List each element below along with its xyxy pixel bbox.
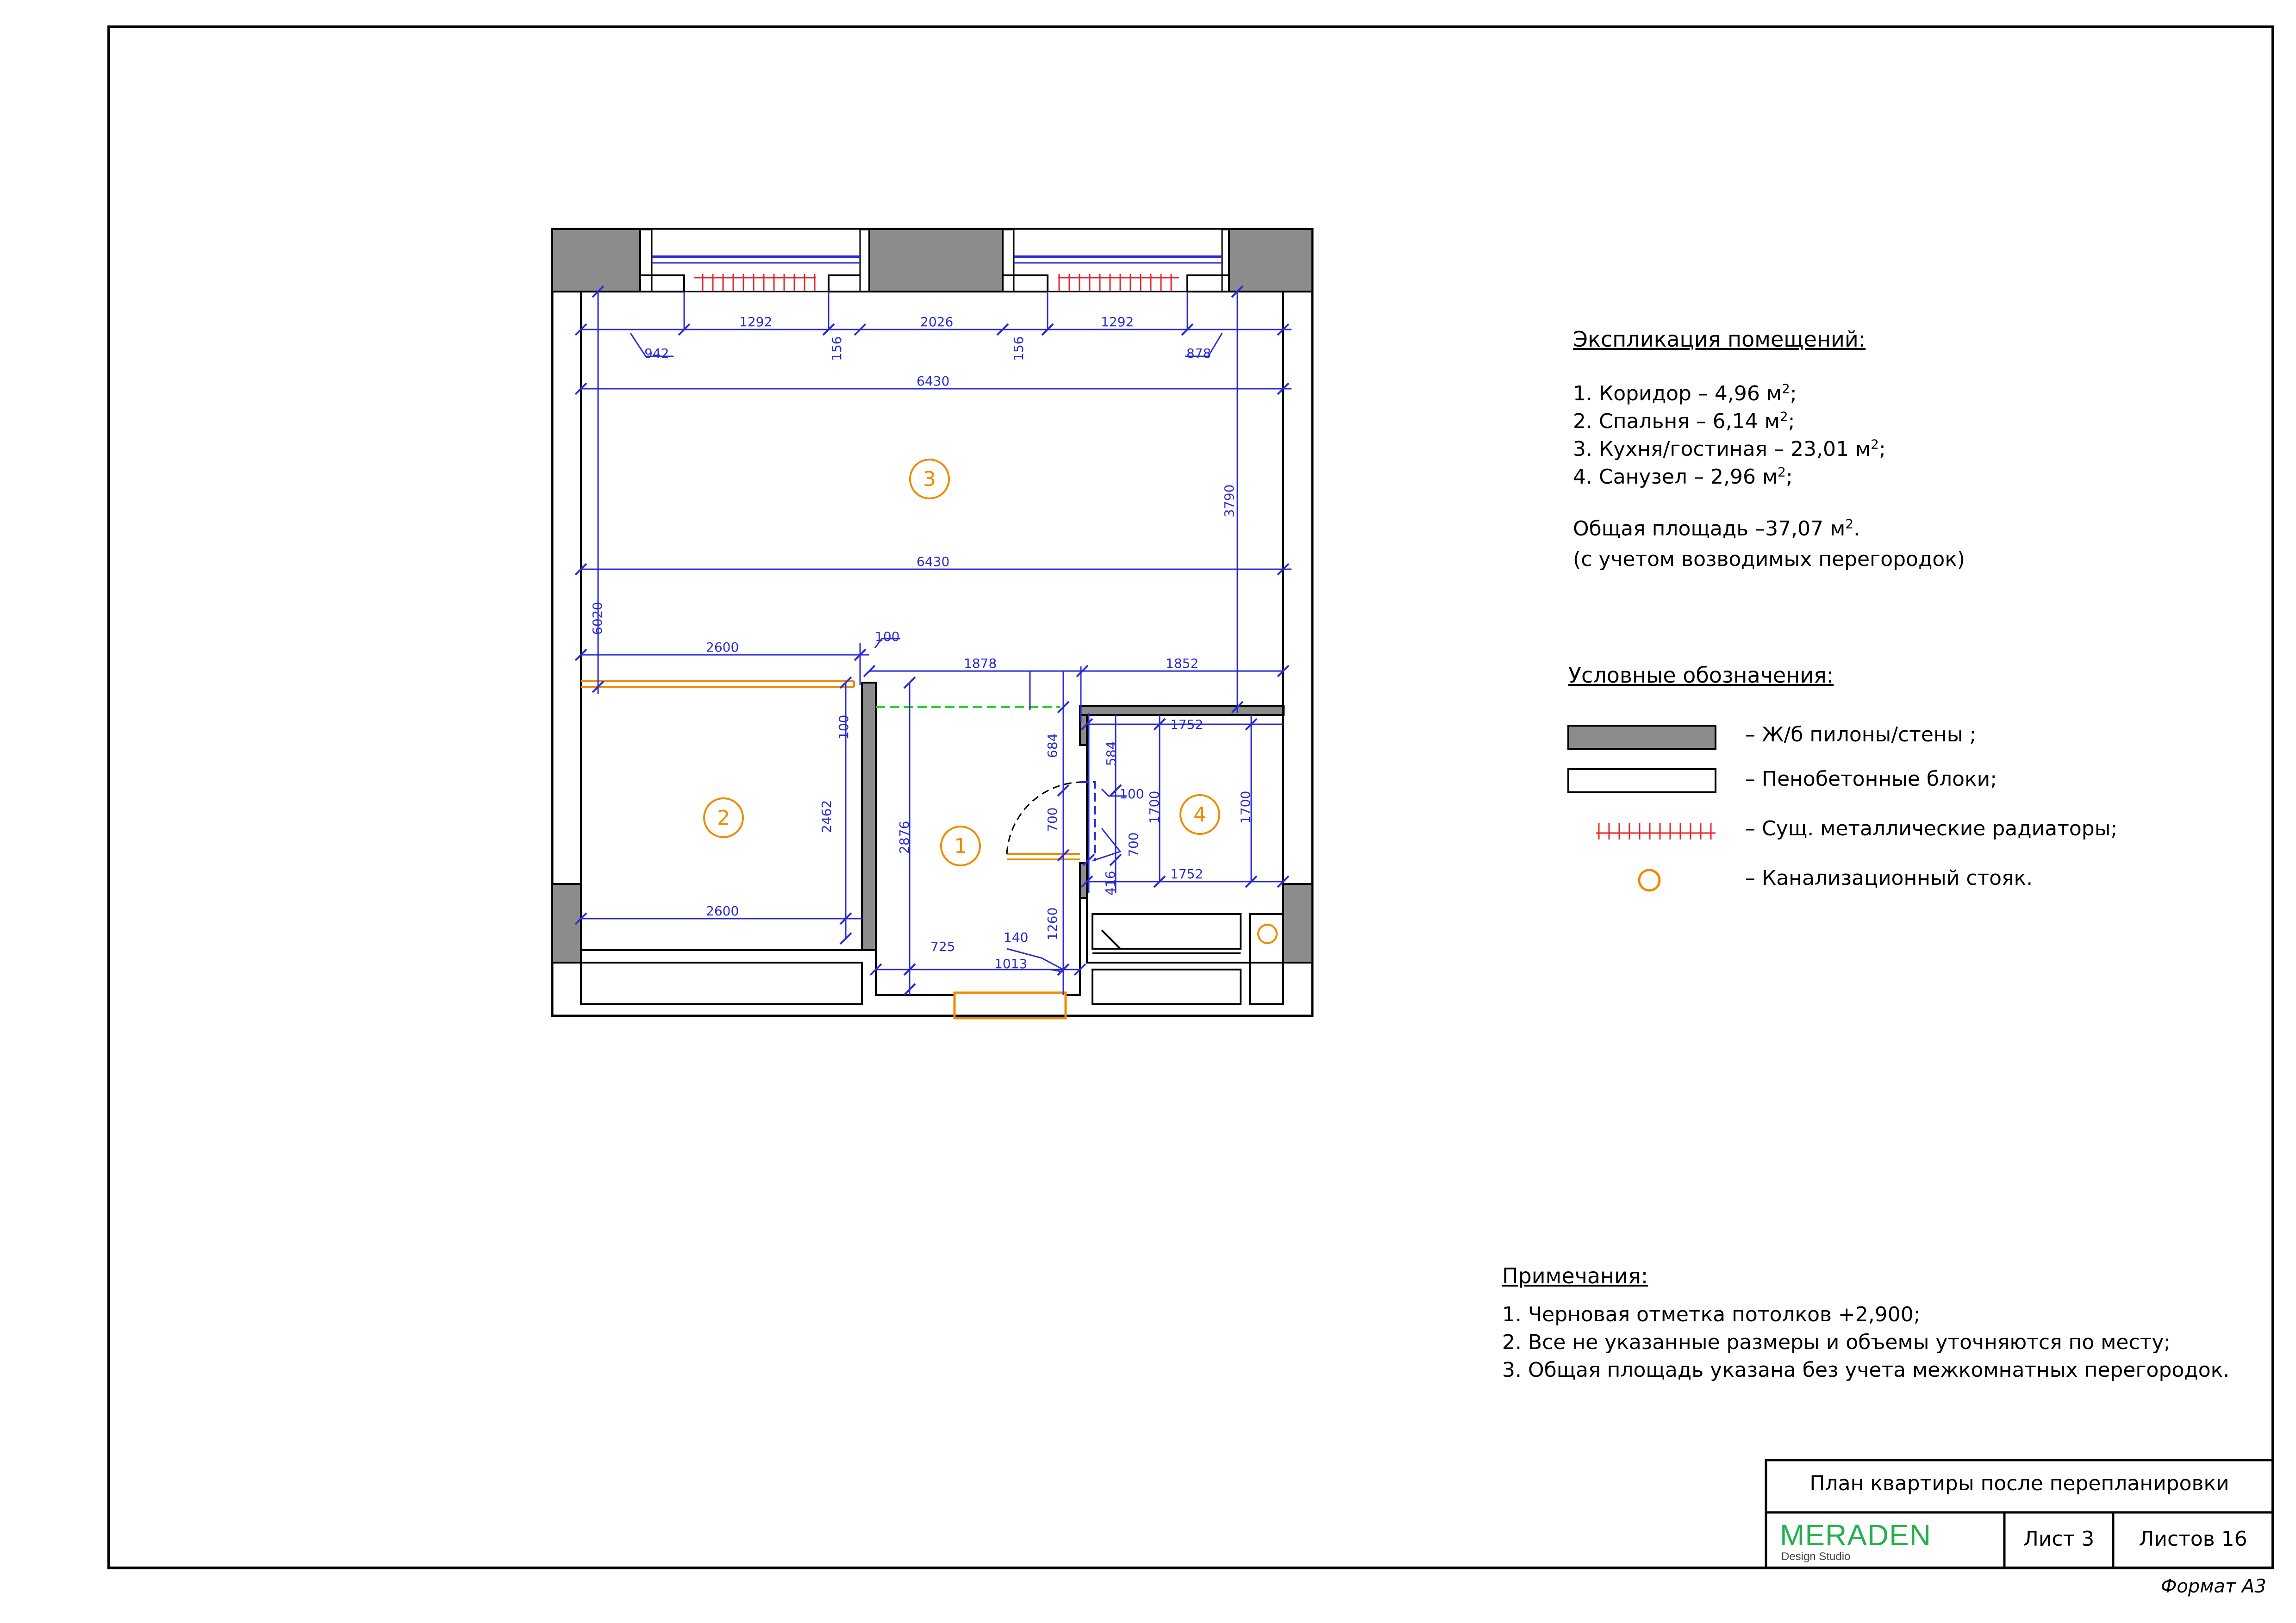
dim-6020: 6020 xyxy=(590,602,605,635)
dim-100-top: 100 xyxy=(875,629,899,644)
dim-2876: 2876 xyxy=(897,821,912,854)
legend-label-riser: – Канализационный стояк. xyxy=(1745,866,2033,890)
note-item-3: 3. Общая площадь указана без учета межко… xyxy=(1502,1358,2230,1382)
dim-2600-bottom: 2600 xyxy=(706,903,739,919)
radiator-swatch xyxy=(1596,823,1716,839)
dim-942: 942 xyxy=(644,346,669,361)
dim-1700-right: 1700 xyxy=(1238,791,1253,824)
radiator-left xyxy=(694,274,816,291)
dim-1700-left: 1700 xyxy=(1147,791,1162,824)
concrete-wall-swatch xyxy=(1567,725,1716,750)
legend-swatches xyxy=(1567,725,1716,892)
drawing-title: План квартиры после перепланировки xyxy=(1809,1472,2229,1495)
room-number-3: 3 xyxy=(923,467,936,491)
sheets-total: Листов 16 xyxy=(2139,1527,2247,1551)
explication-item-1: 1. Коридор – 4,96 м2; xyxy=(1573,381,1797,405)
dim-1292-right: 1292 xyxy=(1101,314,1134,330)
notes-title: Примечания: xyxy=(1502,1263,1648,1288)
explication-item-2: 2. Спальня – 6,14 м2; xyxy=(1573,409,1795,433)
dim-140: 140 xyxy=(1004,930,1028,945)
explication-title: Экспликация помещений: xyxy=(1573,327,1866,352)
dim-6430-mid: 6430 xyxy=(917,554,949,569)
radiator-right xyxy=(1058,274,1179,291)
dim-684: 684 xyxy=(1045,734,1060,758)
room-number-2: 2 xyxy=(717,806,730,830)
dim-1013: 1013 xyxy=(994,956,1027,971)
note-item-1: 1. Черновая отметка потолков +2,900; xyxy=(1502,1303,1921,1326)
dim-416: 416 xyxy=(1103,871,1118,895)
brand-logo: MERADEN xyxy=(1780,1518,1932,1552)
explication-item-3: 3. Кухня/гостиная – 23,01 м2; xyxy=(1573,436,1886,461)
dim-2026: 2026 xyxy=(920,314,953,330)
legend-label-radiator: – Сущ. металлические радиаторы; xyxy=(1745,817,2118,840)
explication-total-note: (с учетом возводимых перегородок) xyxy=(1573,547,1965,571)
dim-878: 878 xyxy=(1186,346,1211,361)
dim-1852: 1852 xyxy=(1166,656,1198,671)
room-number-1: 1 xyxy=(954,834,967,858)
dim-156-right: 156 xyxy=(1011,336,1026,361)
dim-3790: 3790 xyxy=(1222,485,1237,517)
sewer-riser-icon xyxy=(1638,869,1661,892)
sheet-number: Лист 3 xyxy=(2023,1527,2095,1551)
dim-1878: 1878 xyxy=(964,656,997,671)
dim-725: 725 xyxy=(930,939,955,954)
dim-584: 584 xyxy=(1104,741,1119,766)
dim-1752-top: 1752 xyxy=(1170,717,1203,732)
legend-title: Условные обозначения: xyxy=(1568,663,1834,688)
dim-1260: 1260 xyxy=(1045,908,1060,940)
explication-item-4: 4. Санузел – 2,96 м2; xyxy=(1573,464,1793,489)
dim-100-bath: 100 xyxy=(1119,786,1144,802)
paper-format: Формат А3 xyxy=(2161,1576,2266,1597)
dim-700-left: 700 xyxy=(1045,808,1060,832)
dim-1292-left: 1292 xyxy=(739,314,772,330)
note-item-2: 2. Все не указанные размеры и объемы уто… xyxy=(1502,1331,2171,1354)
explication-total: Общая площадь –37,07 м2. xyxy=(1573,516,1860,541)
dim-6430-top: 6430 xyxy=(917,373,949,389)
dim-2462: 2462 xyxy=(819,800,834,833)
brand-subtitle: Design Studio xyxy=(1781,1550,1851,1563)
dim-700-right: 700 xyxy=(1126,833,1141,857)
room-number-4: 4 xyxy=(1193,803,1206,827)
dim-2600-top: 2600 xyxy=(706,640,739,655)
foam-block-swatch xyxy=(1567,768,1716,793)
legend-label-foam: – Пенобетонные блоки; xyxy=(1745,767,1997,791)
drawing-sheet: 942 1292 156 2026 156 1292 878 6430 3790… xyxy=(0,0,2296,1623)
dim-100-left: 100 xyxy=(836,715,851,740)
dim-1752-bottom: 1752 xyxy=(1170,866,1203,882)
dim-156-left: 156 xyxy=(829,336,844,361)
legend-label-concrete: – Ж/б пилоны/стены ; xyxy=(1745,723,1977,746)
